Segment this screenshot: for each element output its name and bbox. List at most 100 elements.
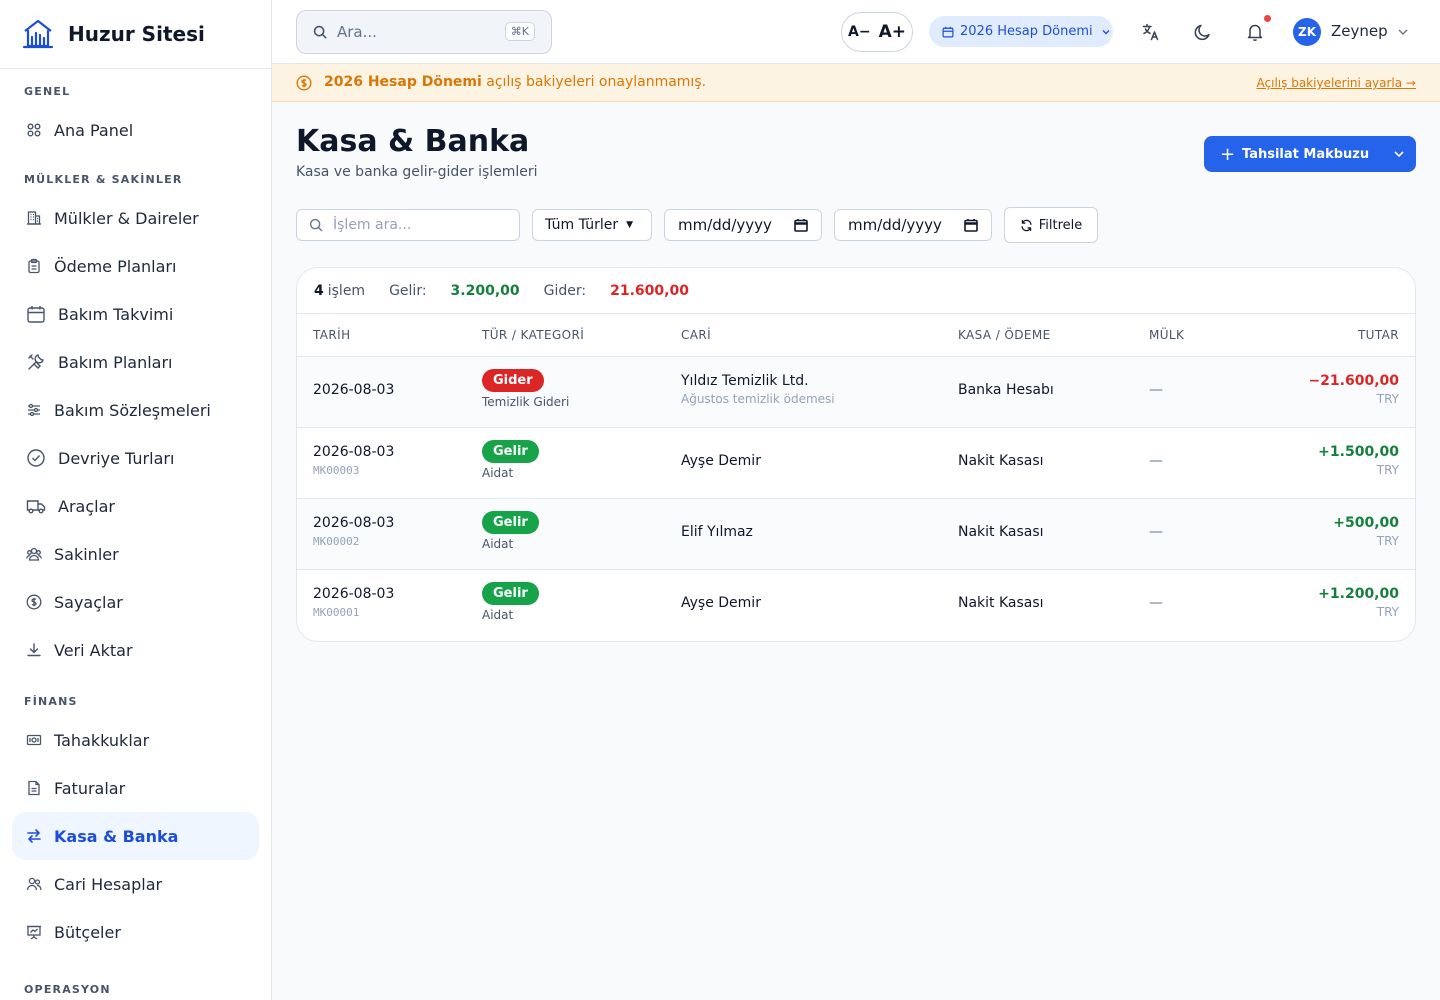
row-party[interactable]: Elif Yılmaz	[681, 524, 753, 540]
transactions-summary: 4 işlem Gelir: 3.200,00 Gider: 21.600,00	[297, 268, 1415, 314]
user-name[interactable]: Zeynep	[1331, 22, 1388, 40]
nav-section-operasyon: OPERASYON	[24, 983, 111, 996]
date-from-value: mm/dd/yyyy	[678, 216, 772, 234]
banner-text: açılış bakiyeleri onaylanmamış.	[481, 74, 707, 90]
period-selector[interactable]: 2026 Hesap Dönemi	[929, 16, 1113, 47]
sidebar-item-devriye-turlari[interactable]: Devriye Turları	[12, 434, 259, 482]
column-header-property[interactable]: MÜLK	[1149, 328, 1184, 342]
calendar-icon[interactable]	[794, 218, 808, 232]
income-total: 3.200,00	[450, 282, 520, 299]
avatar[interactable]: ZK	[1293, 18, 1321, 46]
chevron-down-icon[interactable]	[1396, 25, 1410, 39]
row-amount: +1.500,00	[1318, 444, 1399, 460]
row-currency: TRY	[1376, 534, 1399, 548]
table-row[interactable]: 2026-08-03 Gider Temizlik Gideri Yıldız …	[297, 357, 1415, 428]
row-date: 2026-08-03	[313, 586, 395, 602]
date-from-input[interactable]: mm/dd/yyyy	[664, 209, 822, 241]
sidebar-item-araclar[interactable]: Araçlar	[12, 482, 259, 530]
filter-button[interactable]: Filtrele	[1004, 207, 1098, 243]
type-badge: Gelir	[482, 440, 539, 463]
building-icon	[26, 210, 42, 226]
income-label: Gelir:	[389, 282, 427, 299]
bell-icon[interactable]	[1245, 22, 1265, 42]
new-receipt-label: Tahsilat Makbuzu	[1242, 146, 1370, 162]
row-date: 2026-08-03	[313, 515, 395, 531]
sidebar-item-ana-panel[interactable]: Ana Panel	[12, 106, 259, 154]
column-header-account[interactable]: KASA / ÖDEME	[958, 328, 1051, 342]
new-receipt-button[interactable]: + Tahsilat Makbuzu	[1204, 136, 1416, 172]
type-select[interactable]: Tüm Türler ▼	[532, 209, 652, 241]
calendar-icon[interactable]	[964, 218, 978, 232]
receipt-options-dropdown[interactable]	[1382, 136, 1416, 172]
table-row[interactable]: 2026-08-03 MK00001 Gelir Aidat Ayşe Demi…	[297, 570, 1415, 641]
sidebar-item-label: Faturalar	[54, 778, 126, 798]
translate-icon[interactable]	[1141, 22, 1161, 42]
sidebar-item-veri-aktar[interactable]: Veri Aktar	[12, 626, 259, 674]
people-icon	[26, 876, 42, 892]
date-to-value: mm/dd/yyyy	[848, 216, 942, 234]
sidebar-item-bakim-planlari[interactable]: Bakım Planları	[12, 338, 259, 386]
column-header-amount[interactable]: TUTAR	[1358, 328, 1399, 342]
sidebar-item-label: Devriye Turları	[58, 448, 175, 468]
sidebar-item-label: Veri Aktar	[54, 640, 133, 660]
building-logo-icon	[22, 19, 54, 49]
row-category: Aidat	[482, 537, 514, 551]
expense-label: Gider:	[543, 282, 587, 299]
refresh-icon	[1021, 219, 1032, 231]
check-circle-icon	[26, 448, 46, 468]
global-search[interactable]: Ara... ⌘K	[296, 10, 552, 54]
sidebar-item-cari-hesaplar[interactable]: Cari Hesaplar	[12, 860, 259, 908]
table-row[interactable]: 2026-08-03 MK00002 Gelir Aidat Elif Yılm…	[297, 499, 1415, 570]
sidebar-item-label: Tahakkuklar	[54, 730, 150, 750]
calendar-icon	[942, 26, 954, 37]
nav-section-finans: FİNANS	[24, 695, 78, 708]
coin-icon	[296, 75, 312, 91]
row-amount: +1.200,00	[1318, 586, 1399, 602]
sidebar-item-faturalar[interactable]: Faturalar	[12, 764, 259, 812]
sidebar-item-sakinler[interactable]: Sakinler	[12, 530, 259, 578]
sidebar-item-odeme-planlari[interactable]: Ödeme Planları	[12, 242, 259, 290]
opening-balance-link[interactable]: Açılış bakiyelerini ayarla →	[1257, 76, 1416, 90]
moon-icon[interactable]	[1193, 22, 1213, 42]
row-party[interactable]: Ayşe Demir	[681, 595, 761, 611]
expense-total: 21.600,00	[610, 282, 689, 299]
font-decrease-button[interactable]: A−	[848, 24, 871, 40]
users-icon	[26, 546, 42, 562]
row-category: Aidat	[482, 608, 514, 622]
row-party[interactable]: Yıldız Temizlik Ltd.	[681, 373, 835, 389]
sidebar-item-butceler[interactable]: Bütçeler	[12, 908, 259, 956]
type-badge: Gelir	[482, 511, 539, 534]
brand[interactable]: Huzur Sitesi	[0, 0, 271, 69]
sidebar-item-label: Ödeme Planları	[54, 256, 177, 276]
sidebar-item-mulkler[interactable]: Mülkler & Daireler	[12, 194, 259, 242]
row-amount: −21.600,00	[1308, 373, 1399, 389]
transfer-icon	[26, 828, 42, 844]
sidebar: Huzur Sitesi GENEL Ana Panel MÜLKLER & S…	[0, 0, 272, 1000]
date-to-input[interactable]: mm/dd/yyyy	[834, 209, 992, 241]
clipboard-icon	[26, 258, 42, 274]
page-title: Kasa & Banka	[296, 124, 530, 159]
row-party[interactable]: Ayşe Demir	[681, 453, 761, 469]
caret-down-icon: ▼	[626, 220, 634, 230]
download-icon	[26, 642, 42, 658]
row-currency: TRY	[1376, 463, 1399, 477]
transaction-search-input[interactable]: İşlem ara...	[296, 209, 520, 241]
search-icon	[309, 218, 323, 232]
transaction-search-placeholder: İşlem ara...	[333, 217, 412, 233]
font-increase-button[interactable]: A+	[879, 22, 906, 42]
column-header-party[interactable]: CARİ	[681, 328, 711, 342]
row-property: —	[1149, 453, 1163, 469]
dollar-circle-icon	[26, 594, 42, 610]
banner-message: 2026 Hesap Dönemi açılış bakiyeleri onay…	[324, 74, 706, 90]
nav-section-genel: GENEL	[24, 85, 71, 98]
column-header-type[interactable]: TÜR / KATEGORİ	[482, 328, 584, 342]
sidebar-item-tahakkuklar[interactable]: Tahakkuklar	[12, 716, 259, 764]
sidebar-item-sayaclar[interactable]: Sayaçlar	[12, 578, 259, 626]
table-row[interactable]: 2026-08-03 MK00003 Gelir Aidat Ayşe Demi…	[297, 428, 1415, 499]
sidebar-item-bakim-takvimi[interactable]: Bakım Takvimi	[12, 290, 259, 338]
sidebar-item-kasa-banka[interactable]: Kasa & Banka	[12, 812, 259, 860]
notification-dot	[1264, 15, 1271, 22]
opening-balance-warning: 2026 Hesap Dönemi açılış bakiyeleri onay…	[272, 64, 1440, 102]
sidebar-item-bakim-sozlesmeleri[interactable]: Bakım Sözleşmeleri	[12, 386, 259, 434]
column-header-date[interactable]: TARİH	[313, 328, 351, 342]
